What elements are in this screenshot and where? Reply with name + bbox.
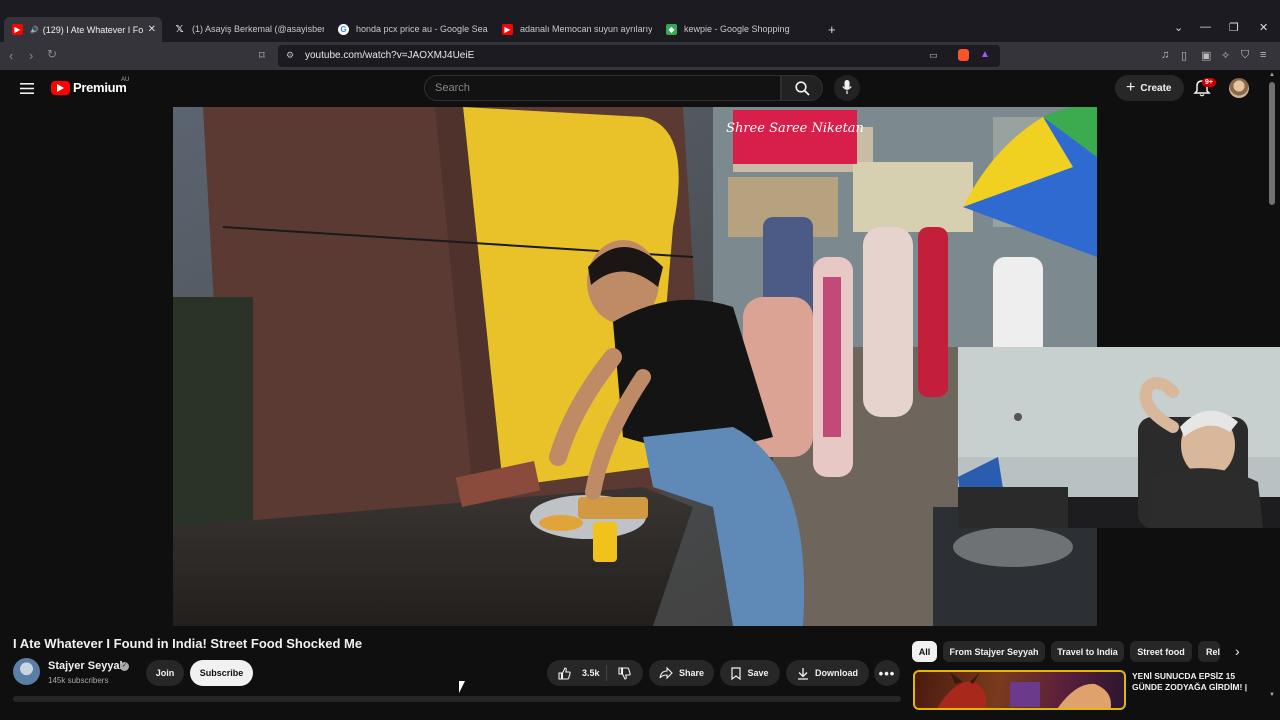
search-input[interactable] (435, 76, 765, 100)
download-button[interactable]: Download (786, 660, 869, 686)
subscriber-count: 145k subscribers (48, 676, 109, 685)
youtube-play-glyph (57, 84, 64, 92)
site-info-icon[interactable]: ⚙ (286, 50, 294, 61)
microphone-icon (842, 80, 852, 94)
youtube-header: Premium AU + Create 9+ (0, 70, 1280, 106)
download-icon (798, 667, 808, 680)
url-text: youtube.com/watch?v=JAOXMJ4UeiE (305, 50, 475, 61)
create-button[interactable]: + Create (1115, 75, 1184, 101)
share-arrow-icon (659, 667, 673, 679)
media-icon[interactable]: ♫ (1161, 49, 1169, 61)
address-bar[interactable]: ⚙ youtube.com/watch?v=JAOXMJ4UeiE ▭ ▲ (278, 45, 1000, 67)
more-horizontal-icon: ••• (878, 665, 896, 681)
chip-from-channel[interactable]: From Stajyer Seyyah (943, 641, 1045, 662)
youtube-favicon-icon: ▶ (12, 24, 23, 35)
brave-rewards-icon[interactable]: ▲ (980, 49, 990, 60)
search-button[interactable] (781, 75, 823, 101)
subscribe-button[interactable]: Subscribe (190, 660, 253, 686)
save-label: Save (747, 668, 769, 678)
chip-all[interactable]: All (912, 641, 937, 662)
google-favicon-icon: G (338, 23, 349, 35)
thumbs-up-icon[interactable] (558, 666, 571, 680)
chips-next-chevron-icon[interactable]: › (1235, 643, 1240, 659)
recommendation-title[interactable]: YENİ SUNUCDA EPSİZ 15 GÜNDE ZODYAĞA GİRD… (1132, 671, 1262, 693)
sidebar-icon[interactable]: ▯ (1181, 49, 1187, 62)
close-window-icon[interactable]: ✕ (1259, 21, 1268, 34)
plus-icon: + (1126, 79, 1136, 96)
minimize-window-icon[interactable]: — (1200, 21, 1211, 33)
wallet-icon[interactable]: ▣ (1201, 49, 1211, 62)
brave-shield-icon[interactable] (958, 49, 969, 61)
leo-ai-icon[interactable]: ✧ (1221, 49, 1230, 62)
tab-title: honda pcx price au - Google Search (356, 24, 488, 34)
voice-search-button[interactable] (834, 75, 860, 101)
cast-icon[interactable]: ▭ (929, 50, 938, 61)
google-shopping-favicon-icon: ◆ (666, 23, 677, 35)
tab-youtube-video[interactable]: ▶ 🔊 (129) I Ate Whatever I Found ✕ (4, 17, 162, 42)
download-label: Download (815, 668, 858, 678)
thumbs-down-icon[interactable] (618, 667, 631, 680)
more-actions-button[interactable]: ••• (874, 660, 900, 686)
tab-title: (129) I Ate Whatever I Found (42, 24, 143, 35)
vpn-icon[interactable]: ⛉ (1241, 49, 1249, 62)
youtube-premium-logo-text[interactable]: Premium (73, 80, 127, 95)
search-icon (795, 81, 810, 96)
save-button[interactable]: Save (720, 660, 780, 686)
chip-travel-to-india[interactable]: Travel to India (1051, 641, 1124, 662)
channel-name[interactable]: Stajyer Seyyah (48, 660, 126, 672)
speaker-icon: 🔊 (30, 26, 39, 34)
verified-check-icon: ✓ (120, 662, 129, 671)
tab-title: kewpie - Google Shopping (684, 24, 790, 34)
search-box (424, 75, 781, 101)
subscribe-label: Subscribe (199, 668, 244, 678)
notification-count-badge: 9+ (1202, 78, 1216, 87)
browser-tab-strip: ▶ 🔊 (129) I Ate Whatever I Found ✕ 𝕏 (1)… (0, 0, 1280, 42)
create-label: Create (1140, 82, 1172, 94)
x-favicon-icon: 𝕏 (175, 23, 184, 35)
reload-icon[interactable]: ↻ (47, 47, 57, 61)
new-tab-button[interactable]: + (828, 22, 836, 37)
page-scrollbar-thumb[interactable] (1269, 82, 1275, 205)
join-button[interactable]: Join (146, 660, 184, 686)
join-label: Join (155, 668, 175, 678)
region-code: AU (121, 77, 130, 83)
back-arrow-icon[interactable]: ‹ (9, 48, 13, 63)
tab-title: (1) Asayiş Berkemal (@asayisberkem (192, 24, 324, 34)
bookmark-icon[interactable]: ⌑ (259, 49, 265, 62)
menu-icon[interactable]: ≡ (1260, 49, 1266, 61)
youtube-favicon-icon: ▶ (502, 23, 513, 35)
like-count[interactable]: 3.5k (582, 668, 600, 678)
video-title: I Ate Whatever I Found in India! Street … (13, 636, 363, 651)
tab-list-chevron-icon[interactable]: ⌄ (1174, 21, 1183, 34)
scroll-down-arrow-icon[interactable]: ▼ (1269, 692, 1275, 698)
bookmark-save-icon (731, 666, 742, 680)
webcam-frame (958, 347, 1280, 528)
chip-related[interactable]: Rel (1198, 641, 1220, 662)
browser-toolbar: ‹ › ↻ ⌑ ⚙ youtube.com/watch?v=JAOXMJ4Uei… (0, 42, 1280, 70)
account-avatar[interactable] (1229, 78, 1249, 98)
tab-youtube-memocan[interactable]: ▶ adanalı Memocan suyun ayrılarıyla oy (502, 17, 652, 41)
tab-x-profile[interactable]: 𝕏 (1) Asayiş Berkemal (@asayisberkem (174, 17, 324, 41)
forward-arrow-icon[interactable]: › (29, 48, 33, 63)
thumbnail-art (937, 672, 1111, 708)
tab-google-search[interactable]: G honda pcx price au - Google Search (338, 17, 488, 41)
tab-title: adanalı Memocan suyun ayrılarıyla oy (520, 24, 652, 34)
share-button[interactable]: Share (649, 660, 714, 686)
chip-street-food[interactable]: Street food (1130, 641, 1192, 662)
shop-sign-text: Shree Saree Niketan (726, 121, 864, 136)
mouse-cursor-icon (459, 681, 465, 693)
description-box-edge (13, 696, 901, 702)
recommendation-thumbnail[interactable] (913, 670, 1126, 710)
close-tab-icon[interactable]: ✕ (148, 24, 156, 35)
like-dislike-group: 3.5k (547, 660, 643, 686)
hamburger-menu-icon[interactable] (20, 83, 34, 94)
share-label: Share (678, 668, 704, 678)
scroll-up-arrow-icon[interactable]: ▲ (1269, 72, 1275, 78)
channel-avatar[interactable] (13, 658, 40, 685)
like-divider (606, 665, 607, 681)
tab-google-shopping[interactable]: ◆ kewpie - Google Shopping (666, 17, 816, 41)
streamer-webcam-overlay (958, 347, 1280, 528)
restore-window-icon[interactable]: ❐ (1229, 21, 1239, 34)
